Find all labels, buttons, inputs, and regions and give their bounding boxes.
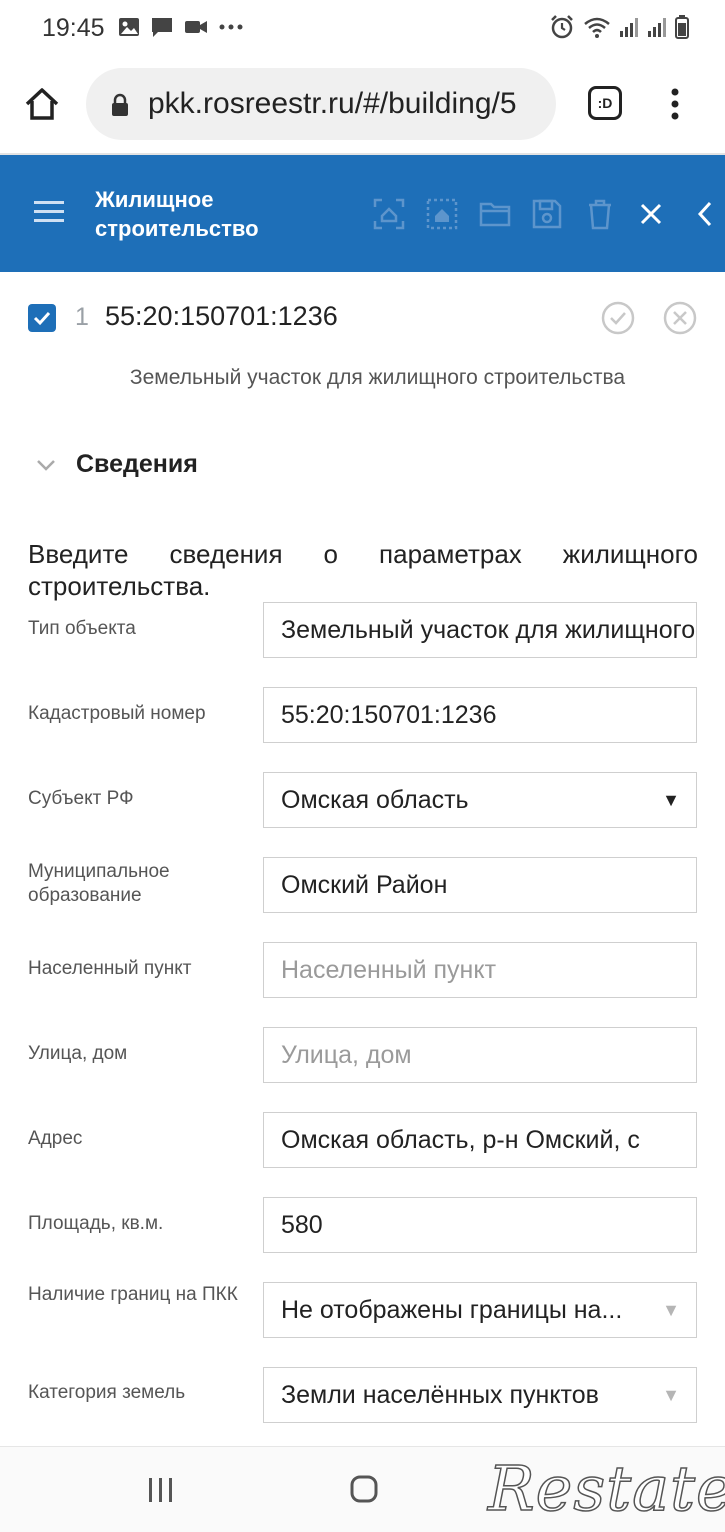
cadastral-number-field[interactable]: 55:20:150701:1236	[263, 687, 697, 743]
delete-icon[interactable]	[583, 197, 617, 231]
signal-icon	[647, 16, 667, 38]
address-field[interactable]: Омская область, р-н Омский, с	[263, 1112, 697, 1168]
field-label-object-type: Тип объекта	[28, 618, 136, 639]
area-value: 580	[281, 1211, 323, 1239]
field-label-address: Адрес	[28, 1128, 83, 1149]
collapse-icon[interactable]	[690, 197, 720, 231]
home-icon[interactable]	[22, 84, 62, 124]
url-text[interactable]: pkk.rosreestr.ru/#/building/5	[148, 87, 517, 121]
status-time: 19:45	[42, 14, 105, 42]
app-bar: Жилищное строительство	[0, 155, 725, 272]
browser-toolbar: pkk.rosreestr.ru/#/building/5 :D	[0, 56, 725, 154]
section-title: Сведения	[76, 450, 198, 478]
save-icon[interactable]	[530, 197, 564, 231]
field-label-area: Площадь, кв.м.	[28, 1213, 164, 1234]
section-header[interactable]: Сведения	[36, 450, 198, 479]
alarm-icon	[549, 14, 575, 40]
settlement-input[interactable]: Населенный пункт	[263, 942, 697, 998]
confirm-icon[interactable]	[600, 300, 636, 336]
hamburger-menu-icon[interactable]	[34, 199, 64, 225]
object-cadastral-number: 55:20:150701:1236	[105, 301, 338, 331]
video-icon	[184, 18, 208, 36]
dropdown-arrow-icon: ▼	[662, 1300, 680, 1320]
close-icon[interactable]	[634, 197, 668, 231]
object-index: 1	[75, 303, 89, 331]
watermark-logo: Restate	[487, 1451, 725, 1526]
address-bar[interactable]: pkk.rosreestr.ru/#/building/5	[86, 68, 556, 140]
image-icon	[118, 17, 140, 37]
region-select[interactable]: Омская область ▼	[263, 772, 697, 828]
scan-area-icon[interactable]	[372, 197, 406, 231]
field-label-municipality: Муниципальное образование	[28, 861, 170, 906]
signal-icon	[619, 16, 639, 38]
area-field[interactable]: 580	[263, 1197, 697, 1253]
municipality-field[interactable]: Омский Район	[263, 857, 697, 913]
field-label-boundaries: Наличие границ на ПКК	[28, 1284, 238, 1305]
land-category-select[interactable]: Земли населённых пунктов ▼	[263, 1367, 697, 1423]
remove-icon[interactable]	[662, 300, 698, 336]
lock-icon	[110, 93, 130, 117]
select-area-icon[interactable]	[425, 197, 459, 231]
more-dots-icon	[218, 23, 244, 31]
dropdown-arrow-icon: ▼	[662, 790, 680, 810]
cadastral-number-value: 55:20:150701:1236	[281, 701, 497, 729]
street-placeholder: Улица, дом	[281, 1041, 412, 1069]
object-type-value: Земельный участок для жилищного строител…	[281, 616, 696, 644]
section-intro: Введите сведения о параметрах жилищного …	[28, 539, 698, 601]
municipality-value: Омский Район	[281, 871, 448, 899]
home-nav-icon[interactable]	[349, 1474, 379, 1504]
field-label-street: Улица, дом	[28, 1043, 128, 1064]
field-label-cadastral-number: Кадастровый номер	[28, 703, 206, 724]
message-icon	[150, 16, 174, 38]
recent-apps-icon[interactable]	[146, 1475, 176, 1505]
land-category-value: Земли населённых пунктов	[281, 1381, 599, 1409]
tabs-button[interactable]: :D	[588, 86, 622, 120]
region-value: Омская область	[281, 786, 469, 814]
app-title: Жилищное строительство	[95, 187, 259, 241]
street-input[interactable]: Улица, дом	[263, 1027, 697, 1083]
status-bar: 19:45	[0, 0, 725, 56]
wifi-icon	[583, 15, 611, 39]
object-description: Земельный участок для жилищного строител…	[129, 366, 626, 389]
object-checkbox[interactable]	[28, 304, 56, 332]
dropdown-arrow-icon: ▼	[662, 1385, 680, 1405]
field-label-region: Субъект РФ	[28, 788, 134, 809]
address-value: Омская область, р-н Омский, с	[281, 1126, 640, 1154]
battery-icon	[675, 15, 689, 39]
settlement-placeholder: Населенный пункт	[281, 956, 497, 984]
boundaries-select[interactable]: Не отображены границы на... ▼	[263, 1282, 697, 1338]
field-label-settlement: Населенный пункт	[28, 958, 192, 979]
field-label-land-category: Категория земель	[28, 1382, 186, 1403]
check-icon	[33, 311, 51, 326]
object-type-field[interactable]: Земельный участок для жилищного строител…	[263, 602, 697, 658]
folder-icon[interactable]	[478, 197, 512, 231]
boundaries-value: Не отображены границы на...	[281, 1296, 623, 1324]
overflow-menu-icon[interactable]	[660, 84, 690, 124]
chevron-down-icon	[36, 458, 56, 472]
